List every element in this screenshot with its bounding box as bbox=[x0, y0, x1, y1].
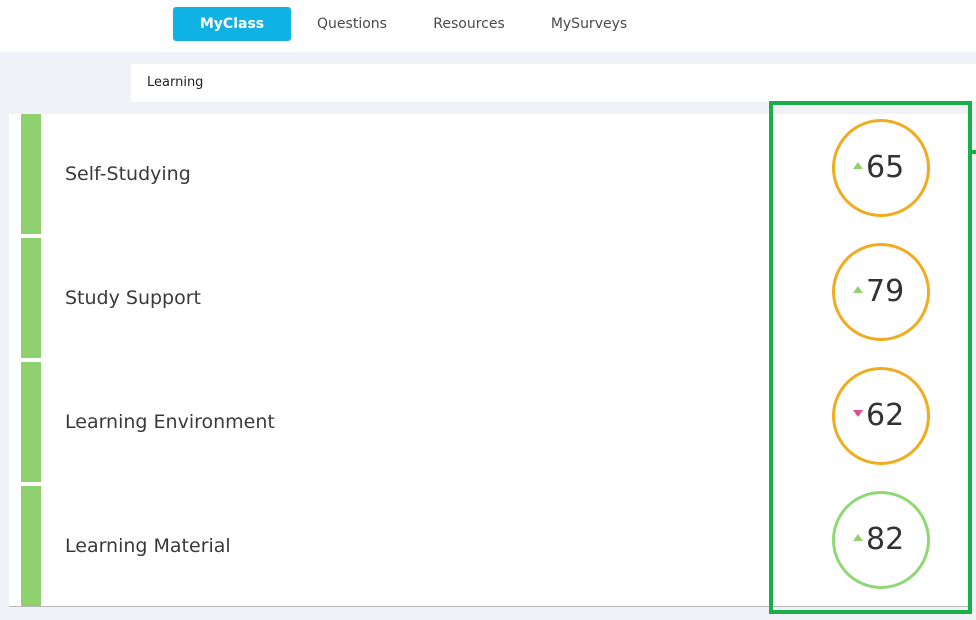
breadcrumb-bar bbox=[131, 64, 976, 103]
nav-tab-myclass[interactable]: MyClass bbox=[173, 7, 291, 41]
nav-tab-questions[interactable]: Questions bbox=[310, 7, 394, 41]
breadcrumb[interactable]: Learning bbox=[147, 64, 203, 102]
category-label: Learning Environment bbox=[65, 411, 275, 433]
category-indicator bbox=[21, 362, 41, 482]
category-label: Learning Material bbox=[65, 535, 231, 557]
nav-tab-mysurveys[interactable]: MySurveys bbox=[540, 7, 638, 41]
top-navigation: MyClass Questions Resources MySurveys bbox=[0, 0, 976, 52]
nav-tab-resources[interactable]: Resources bbox=[424, 7, 514, 41]
category-label: Self-Studying bbox=[65, 163, 191, 185]
score-column-highlight bbox=[769, 101, 972, 614]
card-margin bbox=[9, 114, 21, 606]
category-label: Study Support bbox=[65, 287, 202, 309]
category-indicator bbox=[21, 486, 41, 606]
category-indicator bbox=[21, 114, 41, 234]
highlight-connector bbox=[968, 150, 976, 154]
category-indicator bbox=[21, 238, 41, 358]
